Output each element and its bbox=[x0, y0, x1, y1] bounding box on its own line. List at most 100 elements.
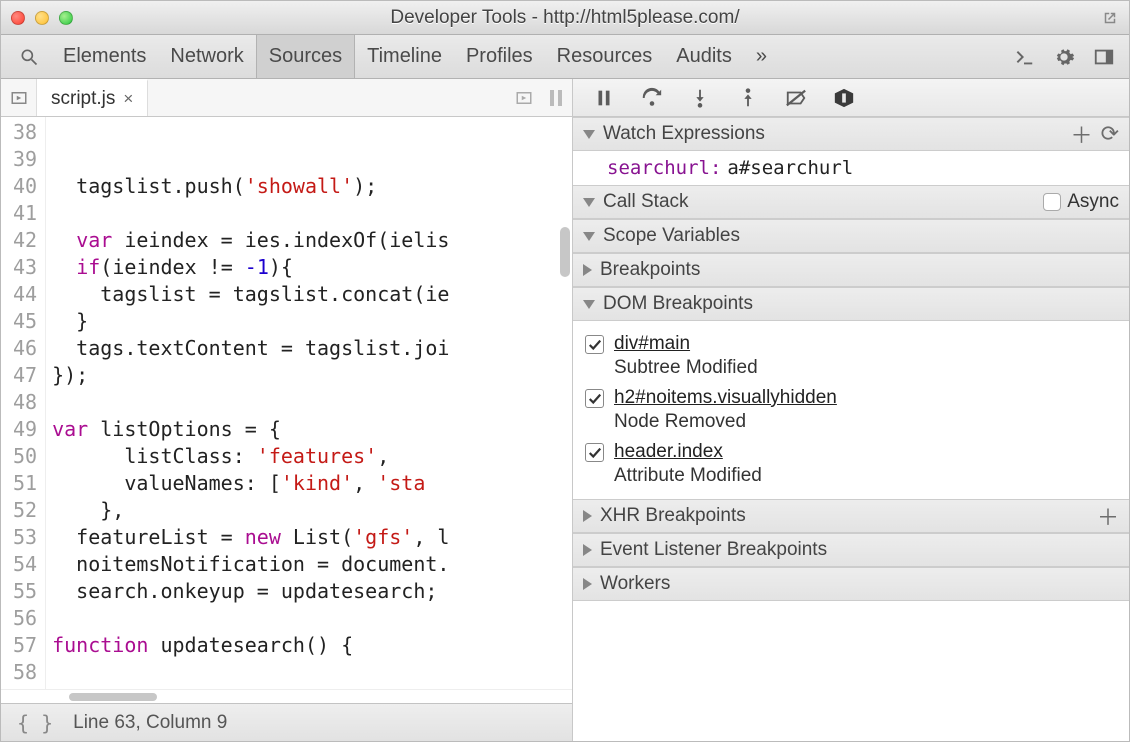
window-title: Developer Tools - http://html5please.com… bbox=[1, 7, 1129, 29]
dom-breakpoint-item[interactable]: h2#noitems.visuallyhiddenNode Removed bbox=[585, 383, 1117, 437]
titlebar: Developer Tools - http://html5please.com… bbox=[1, 1, 1129, 35]
refresh-icon[interactable]: ⟳ bbox=[1101, 121, 1119, 147]
code-editor[interactable]: 3839404142434445464748495051525354555657… bbox=[1, 117, 572, 689]
panel-overflow[interactable]: » bbox=[744, 35, 779, 78]
close-light[interactable] bbox=[11, 11, 25, 25]
async-label: Async bbox=[1067, 191, 1119, 213]
code-line[interactable]: noitemsNotification = document. bbox=[52, 551, 572, 578]
scrollbar-horizontal[interactable] bbox=[69, 693, 157, 701]
section-title: Breakpoints bbox=[600, 259, 700, 281]
chevron-down-icon bbox=[583, 130, 595, 139]
debugger-toolbar bbox=[573, 79, 1129, 117]
dom-breakpoint-type: Node Removed bbox=[614, 411, 837, 433]
step-into-icon[interactable] bbox=[689, 87, 711, 109]
dock-icon[interactable] bbox=[1093, 46, 1115, 68]
tab-script-js[interactable]: script.js × bbox=[37, 79, 148, 116]
dom-selector: div#main bbox=[614, 333, 758, 355]
code-line[interactable] bbox=[52, 686, 572, 689]
section-event-listener-breakpoints[interactable]: Event Listener Breakpoints bbox=[573, 533, 1129, 567]
step-over-icon[interactable] bbox=[641, 87, 663, 109]
scrollbar-horizontal-track bbox=[1, 689, 572, 703]
async-toggle[interactable]: Async bbox=[1043, 191, 1119, 213]
tab-label: script.js bbox=[51, 88, 115, 110]
chevron-right-icon bbox=[583, 510, 592, 522]
code-line[interactable]: var listOptions = { bbox=[52, 416, 572, 443]
code-line[interactable]: listClass: 'features', bbox=[52, 443, 572, 470]
zoom-light[interactable] bbox=[59, 11, 73, 25]
section-workers[interactable]: Workers bbox=[573, 567, 1129, 601]
code-line[interactable]: tags.textContent = tagslist.joi bbox=[52, 335, 572, 362]
panel-sources[interactable]: Sources bbox=[256, 35, 355, 78]
section-xhr-breakpoints[interactable]: XHR Breakpoints ＋ bbox=[573, 499, 1129, 533]
scrollbar-vertical[interactable] bbox=[560, 227, 570, 277]
checkbox-icon[interactable] bbox=[585, 443, 604, 462]
status-bar: { } Line 63, Column 9 bbox=[1, 703, 572, 741]
pause-script-icon[interactable] bbox=[593, 87, 615, 109]
code-line[interactable]: function updatesearch() { bbox=[52, 632, 572, 659]
dom-breakpoint-item[interactable]: header.indexAttribute Modified bbox=[585, 437, 1117, 491]
dom-breakpoint-type: Attribute Modified bbox=[614, 465, 762, 487]
chevron-down-icon bbox=[583, 198, 595, 207]
checkbox-icon[interactable] bbox=[585, 389, 604, 408]
pause-on-exceptions-icon[interactable] bbox=[833, 87, 855, 109]
section-title: Scope Variables bbox=[603, 225, 740, 247]
section-breakpoints[interactable]: Breakpoints bbox=[573, 253, 1129, 287]
deactivate-breakpoints-icon[interactable] bbox=[785, 87, 807, 109]
chevron-down-icon bbox=[583, 232, 595, 241]
code-line[interactable]: featureList = new List('gfs', l bbox=[52, 524, 572, 551]
chevron-right-icon bbox=[583, 264, 592, 276]
panel-audits[interactable]: Audits bbox=[664, 35, 744, 78]
run-snippet-icon[interactable] bbox=[508, 79, 540, 116]
section-dom-breakpoints[interactable]: DOM Breakpoints bbox=[573, 287, 1129, 321]
section-call-stack[interactable]: Call Stack Async bbox=[573, 185, 1129, 219]
code-line[interactable]: tagslist.push('showall'); bbox=[52, 173, 572, 200]
code-line[interactable]: valueNames: ['kind', 'sta bbox=[52, 470, 572, 497]
code-line[interactable] bbox=[52, 605, 572, 632]
minimize-light[interactable] bbox=[35, 11, 49, 25]
console-icon[interactable] bbox=[1013, 46, 1035, 68]
section-scope-variables[interactable]: Scope Variables bbox=[573, 219, 1129, 253]
panel-network[interactable]: Network bbox=[158, 35, 255, 78]
add-watch-icon[interactable]: ＋ bbox=[1071, 118, 1093, 150]
code-line[interactable] bbox=[52, 659, 572, 686]
gear-icon[interactable] bbox=[1053, 46, 1075, 68]
checkbox-icon[interactable] bbox=[1043, 193, 1061, 211]
navigator-toggle[interactable] bbox=[1, 79, 37, 116]
pretty-print-icon[interactable]: { } bbox=[17, 711, 53, 735]
checkbox-icon[interactable] bbox=[585, 335, 604, 354]
code-line[interactable]: } bbox=[52, 308, 572, 335]
code-line[interactable] bbox=[52, 389, 572, 416]
dom-selector: header.index bbox=[614, 441, 762, 463]
step-out-icon[interactable] bbox=[737, 87, 759, 109]
panel-resources[interactable]: Resources bbox=[545, 35, 665, 78]
code-line[interactable]: tagslist = tagslist.concat(ie bbox=[52, 281, 572, 308]
code-text[interactable]: tagslist.push('showall'); var ieindex = … bbox=[46, 117, 572, 689]
watch-item[interactable]: searchurl: a#searchurl bbox=[599, 157, 1117, 179]
code-line[interactable]: }); bbox=[52, 362, 572, 389]
section-title: Call Stack bbox=[603, 191, 689, 213]
traffic-lights bbox=[11, 11, 73, 25]
add-xhr-icon[interactable]: ＋ bbox=[1097, 500, 1119, 532]
panel-timeline[interactable]: Timeline bbox=[355, 35, 454, 78]
main-toolbar: Elements Network Sources Timeline Profil… bbox=[1, 35, 1129, 79]
watch-body: searchurl: a#searchurl bbox=[573, 151, 1129, 185]
section-watch-expressions[interactable]: Watch Expressions ＋ ⟳ bbox=[573, 117, 1129, 151]
watch-value: a#searchurl bbox=[727, 157, 853, 179]
cursor-position: Line 63, Column 9 bbox=[73, 712, 227, 734]
section-title: Workers bbox=[600, 573, 670, 595]
panel-elements[interactable]: Elements bbox=[51, 35, 158, 78]
search-button[interactable] bbox=[7, 35, 51, 78]
popout-icon[interactable] bbox=[1101, 9, 1119, 27]
pause-icon[interactable] bbox=[540, 79, 572, 116]
watch-name: searchurl: bbox=[607, 157, 721, 179]
panel-profiles[interactable]: Profiles bbox=[454, 35, 545, 78]
source-tab-row: script.js × bbox=[1, 79, 572, 117]
chevron-down-icon bbox=[583, 300, 595, 309]
dom-breakpoint-item[interactable]: div#mainSubtree Modified bbox=[585, 329, 1117, 383]
code-line[interactable]: var ieindex = ies.indexOf(ielis bbox=[52, 227, 572, 254]
code-line[interactable] bbox=[52, 200, 572, 227]
close-icon[interactable]: × bbox=[123, 89, 133, 109]
code-line[interactable]: }, bbox=[52, 497, 572, 524]
code-line[interactable]: if(ieindex != -1){ bbox=[52, 254, 572, 281]
code-line[interactable]: search.onkeyup = updatesearch; bbox=[52, 578, 572, 605]
